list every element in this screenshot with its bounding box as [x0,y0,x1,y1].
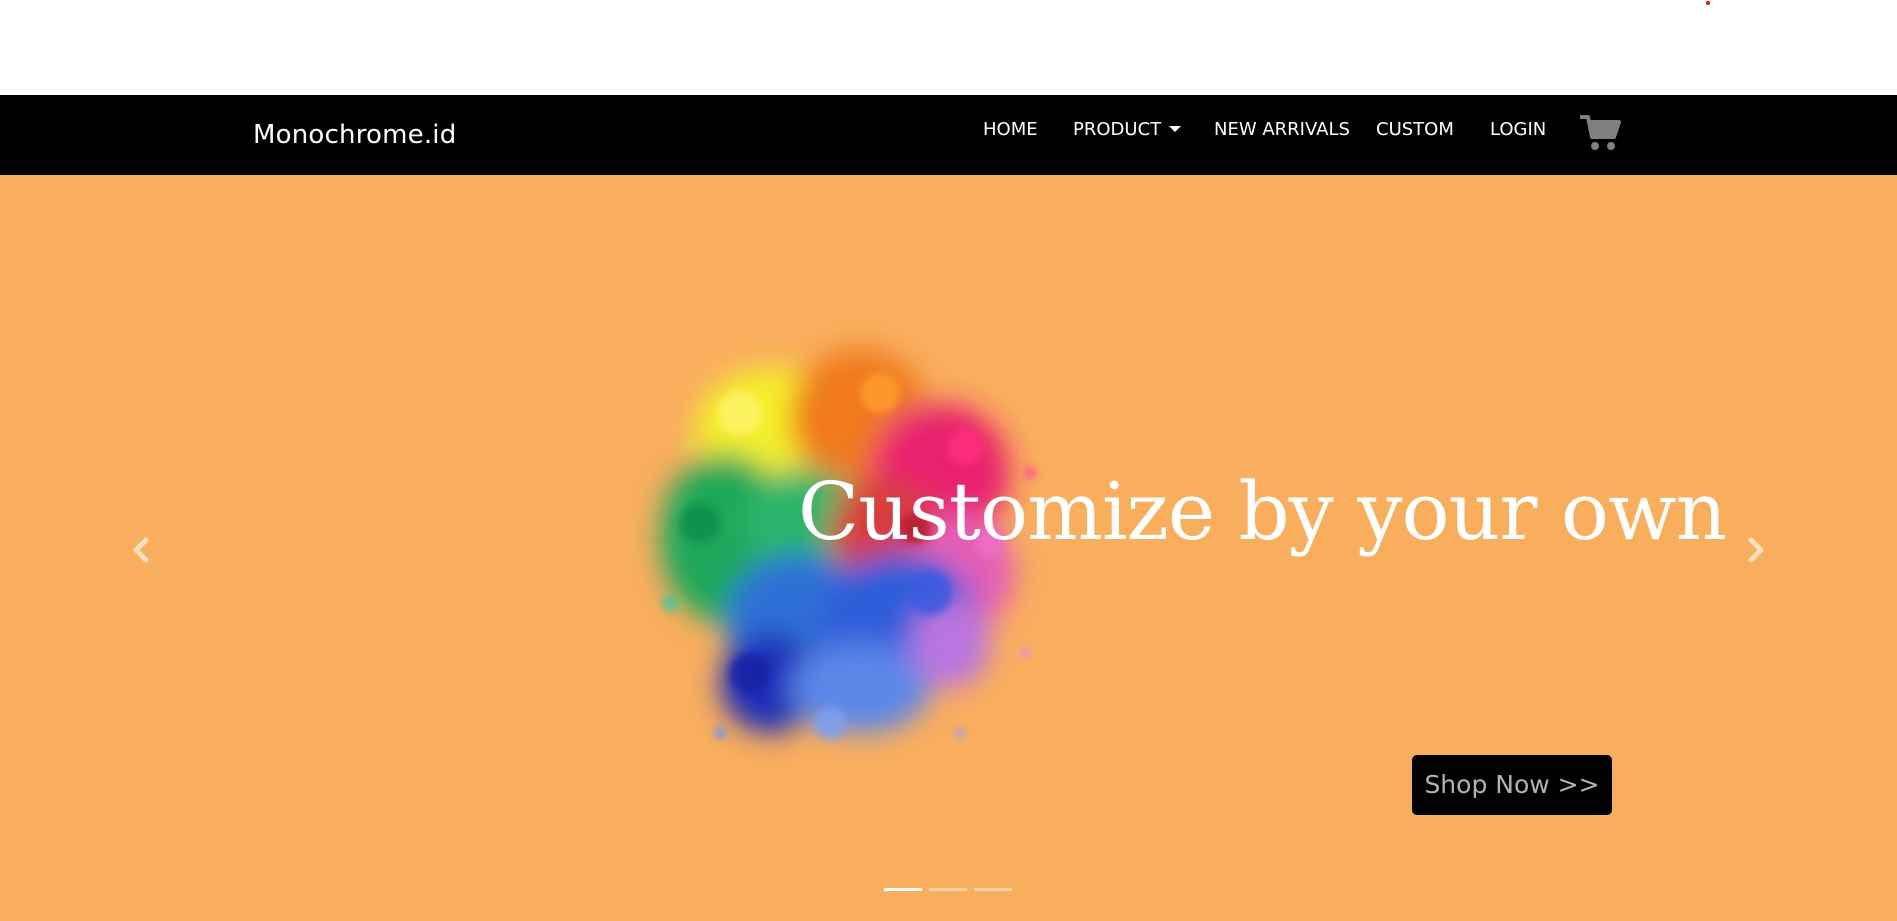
navbar: Monochrome.id HOME PRODUCT NEW ARRIVALS … [0,95,1897,175]
shopping-cart-icon-svg [1579,115,1621,150]
carousel-indicator-1[interactable] [884,888,922,891]
carousel-indicator-3[interactable] [974,888,1012,891]
nav-product-label: PRODUCT [1073,119,1162,140]
chevron-right-icon-svg [1748,537,1764,563]
nav-login[interactable]: LOGIN [1490,95,1546,175]
chevron-right-icon[interactable] [1741,530,1771,570]
hero-headline: Customize by your own [798,465,1727,558]
accent-dot [1706,1,1710,5]
top-bar [0,0,1897,95]
nav-new-arrivals[interactable]: NEW ARRIVALS [1214,95,1350,175]
nav-product[interactable]: PRODUCT [1073,95,1182,175]
caret-down-icon [1169,126,1182,132]
hero-carousel: Customize by your own Shop Now >> [0,175,1897,921]
nav-home[interactable]: HOME [983,95,1038,175]
shop-now-button[interactable]: Shop Now >> [1412,755,1612,815]
brand-logo[interactable]: Monochrome.id [253,95,456,175]
shopping-cart-icon[interactable] [1579,113,1622,153]
carousel-indicator-2[interactable] [929,888,967,891]
nav-custom[interactable]: CUSTOM [1376,95,1454,175]
chevron-left-icon[interactable] [126,530,156,570]
chevron-left-icon-svg [133,537,149,563]
